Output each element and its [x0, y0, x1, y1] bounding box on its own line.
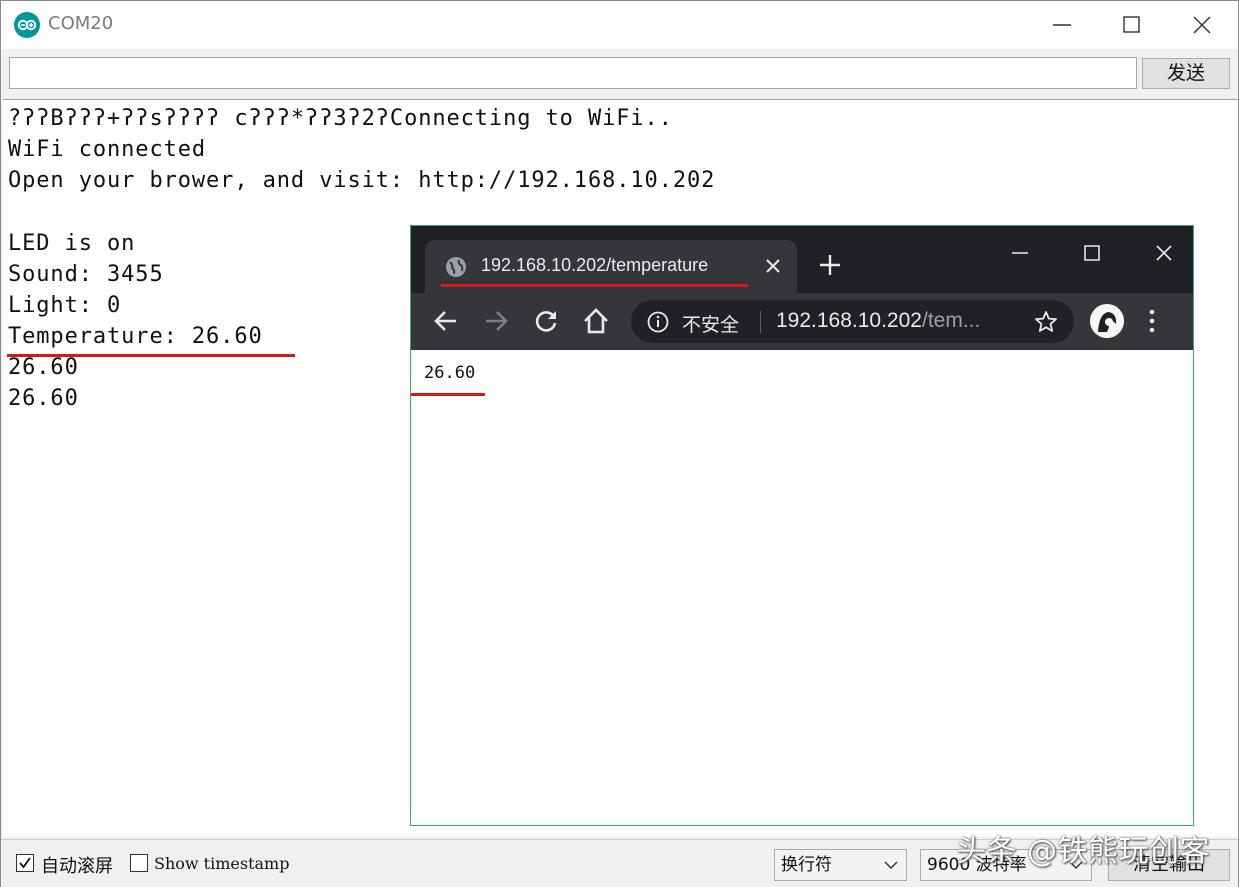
send-input[interactable] [9, 57, 1137, 89]
timestamp-checkbox[interactable] [130, 854, 148, 872]
window-title: COM20 [48, 13, 114, 34]
url-path: /tem... [921, 309, 981, 332]
browser-window: 192.168.10.202/temperature 不安全 192.168.1… [410, 225, 1194, 826]
info-icon[interactable] [647, 311, 669, 333]
console-line: WiFi connected [8, 137, 207, 162]
annotation-underline [441, 284, 748, 287]
console-line: Open your brower, and visit: http://192.… [8, 168, 716, 193]
watermark: 头条 @铁熊玩创客 [956, 834, 1211, 869]
send-button[interactable]: 发送 [1142, 58, 1230, 89]
home-icon[interactable] [581, 306, 611, 336]
tab-strip: 192.168.10.202/temperature [411, 226, 1193, 293]
more-menu-icon[interactable] [1148, 307, 1156, 335]
url-host: 192.168.10.202 [776, 309, 922, 332]
checkmark-icon [19, 857, 31, 869]
maximize-icon [1123, 16, 1140, 33]
security-label: 不安全 [682, 314, 740, 336]
profile-avatar[interactable] [1090, 304, 1124, 338]
autoscroll-checkbox[interactable] [16, 854, 34, 872]
arduino-logo-icon [14, 12, 40, 38]
console-line: ?ʔʔBʔʔʔ+ʔʔsʔʔʔʔ cʔʔʔ*ʔʔ3ʔ2ʔConnecting to… [8, 106, 673, 131]
back-icon[interactable] [431, 306, 461, 336]
close-icon [1193, 16, 1211, 34]
globe-icon [446, 257, 466, 277]
chevron-down-icon [884, 861, 898, 870]
bookmark-star-icon[interactable] [1034, 310, 1058, 334]
console-line: 26.60 [8, 355, 79, 380]
page-content: 26.60 [411, 350, 1193, 825]
profile-icon [1090, 304, 1124, 338]
console-line: LED is on [8, 231, 136, 256]
divider [760, 311, 761, 333]
address-bar[interactable]: 不安全 192.168.10.202/tem... [631, 300, 1074, 343]
console-line: Temperature: 26.60 [8, 324, 263, 349]
annotation-underline [411, 393, 485, 396]
timestamp-label: Show timestamp [154, 854, 290, 873]
autoscroll-label: 自动滚屏 [41, 856, 113, 877]
reload-icon[interactable] [531, 306, 561, 336]
minimize-button[interactable] [1027, 1, 1097, 49]
console-line: Light: 0 [8, 293, 122, 318]
title-bar: COM20 [1, 1, 1238, 49]
url-text[interactable]: 192.168.10.202/tem... [776, 309, 980, 333]
console-line: Sound: 3455 [8, 262, 164, 287]
close-button[interactable] [1167, 1, 1237, 49]
line-ending-select[interactable]: 换行符 [774, 849, 907, 881]
temperature-value: 26.60 [424, 363, 476, 383]
maximize-icon [1084, 245, 1100, 261]
line-ending-value: 换行符 [781, 855, 832, 875]
close-icon [1156, 245, 1172, 261]
browser-close-button[interactable] [1141, 238, 1187, 268]
browser-maximize-button[interactable] [1069, 238, 1115, 268]
minimize-icon [1012, 252, 1028, 254]
tab-close-icon[interactable] [765, 258, 781, 274]
browser-toolbar: 不安全 192.168.10.202/tem... [411, 293, 1193, 350]
browser-minimize-button[interactable] [997, 238, 1043, 268]
console-line: 26.60 [8, 386, 79, 411]
new-tab-icon[interactable] [819, 254, 841, 276]
tab-title: 192.168.10.202/temperature [481, 255, 709, 275]
send-row: 发送 [1, 49, 1238, 99]
forward-icon[interactable] [481, 306, 511, 336]
maximize-button[interactable] [1097, 1, 1167, 49]
minimize-icon [1053, 24, 1071, 26]
